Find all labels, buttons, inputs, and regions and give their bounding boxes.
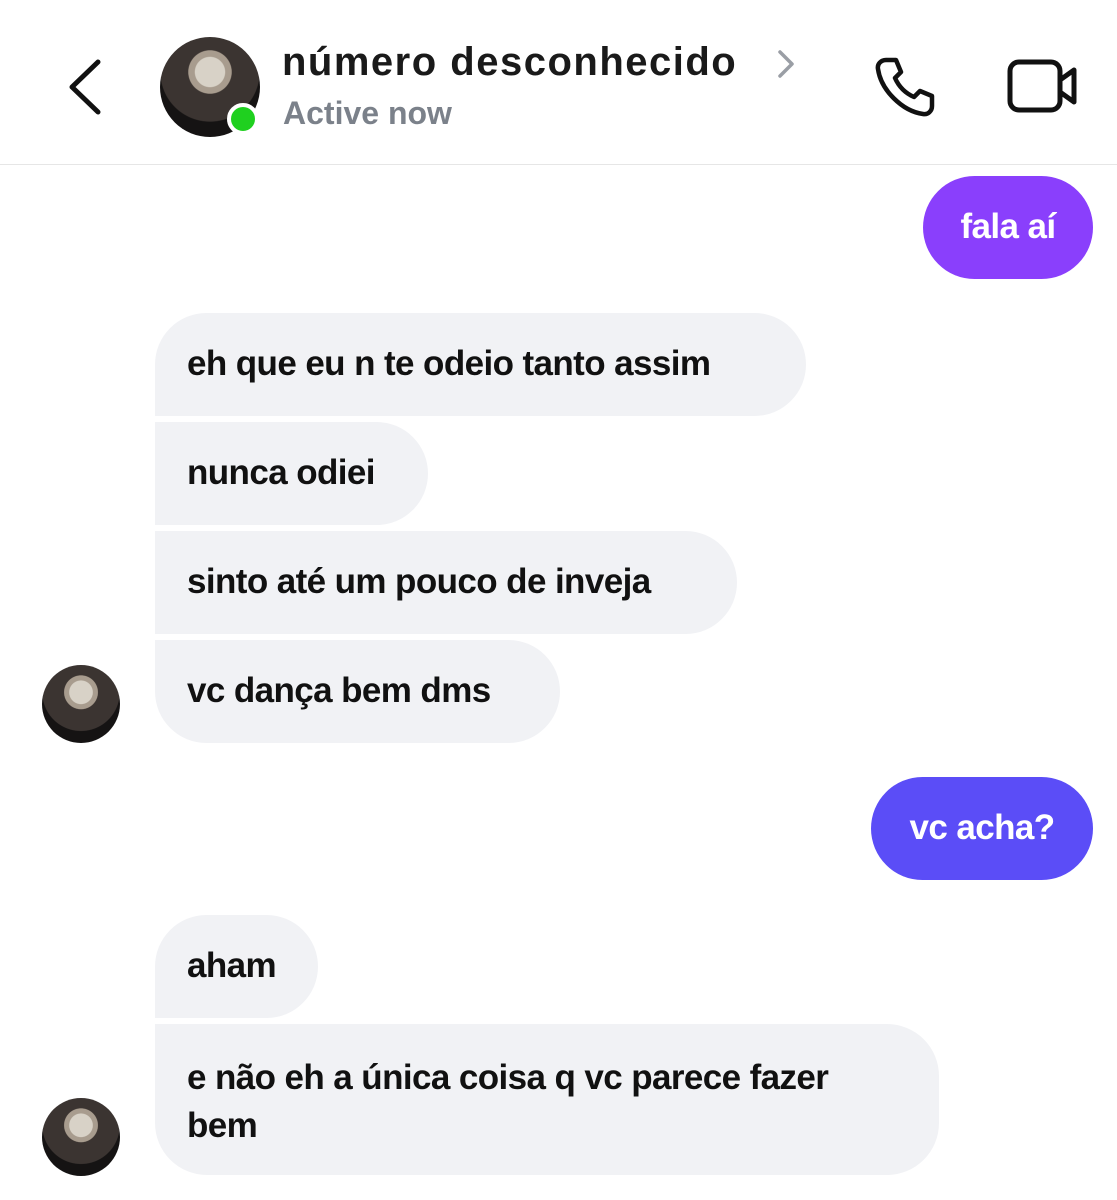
incoming-message[interactable]: nunca odiei <box>155 422 428 525</box>
contact-avatar-button[interactable] <box>160 37 260 137</box>
contact-mini-avatar[interactable] <box>42 1098 120 1176</box>
incoming-message[interactable]: aham <box>155 915 318 1018</box>
video-call-button[interactable] <box>1006 56 1080 118</box>
phone-icon <box>875 57 935 117</box>
contact-details-button[interactable] <box>774 46 798 82</box>
back-button[interactable] <box>62 52 112 122</box>
video-camera-icon <box>1007 59 1077 113</box>
incoming-message[interactable]: eh que eu n te odeio tanto assim <box>155 313 806 416</box>
chat-header: número desconhecido Active now <box>0 0 1117 165</box>
incoming-message[interactable]: e não eh a única coisa q vc parece fazer… <box>155 1024 939 1175</box>
voice-call-button[interactable] <box>872 54 938 120</box>
chevron-right-icon <box>778 50 794 78</box>
incoming-message[interactable]: vc dança bem dms <box>155 640 560 743</box>
incoming-message[interactable]: sinto até um pouco de inveja <box>155 531 737 634</box>
online-status-dot <box>227 103 259 135</box>
outgoing-message[interactable]: vc acha? <box>871 777 1093 880</box>
chevron-left-icon <box>69 59 101 115</box>
outgoing-message[interactable]: fala aí <box>923 176 1093 279</box>
contact-mini-avatar[interactable] <box>42 665 120 743</box>
contact-name[interactable]: número desconhecido <box>282 40 737 85</box>
presence-status: Active now <box>283 95 452 131</box>
